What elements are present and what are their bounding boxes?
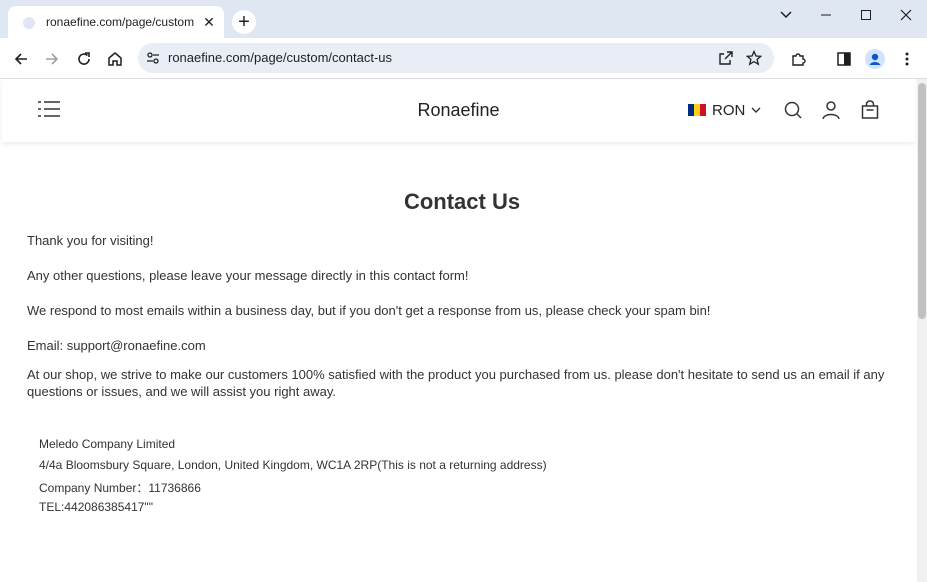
paragraph-response: We respond to most emails within a busin…	[27, 303, 711, 318]
currency-selector[interactable]: RON	[688, 100, 761, 120]
back-button[interactable]	[8, 46, 34, 72]
maximize-icon	[861, 10, 871, 20]
company-number: Company Number：11736866	[39, 481, 201, 495]
forward-icon	[46, 53, 59, 65]
star-icon[interactable]	[746, 50, 762, 66]
paragraph-email: Email: support@ronaefine.com	[27, 338, 206, 353]
page-content: Contact Us Thank you for visiting! Any o…	[27, 142, 897, 525]
new-tab-button[interactable]: +	[232, 10, 256, 34]
close-icon[interactable]: ✕	[200, 13, 218, 31]
paragraph-thanks: Thank you for visiting!	[27, 233, 154, 248]
paragraph-satisfaction: At our shop, we strive to make our custo…	[27, 367, 885, 399]
flag-stripe-red	[700, 104, 706, 116]
currency-label: RON	[712, 101, 746, 119]
browser-menu-button[interactable]	[894, 46, 920, 72]
site-header: Ronaefine RON	[2, 79, 915, 142]
extensions-button[interactable]	[785, 46, 811, 72]
back-icon	[14, 53, 27, 65]
window-close-button[interactable]	[886, 0, 926, 30]
page-title: Contact Us	[403, 189, 521, 214]
page-scrollbar[interactable]	[917, 79, 927, 582]
company-name: Meledo Company Limited	[39, 437, 176, 451]
maximize-button[interactable]	[846, 0, 886, 30]
reload-icon	[78, 52, 90, 65]
chevron-down-icon	[780, 11, 792, 19]
reload-button[interactable]	[71, 46, 97, 72]
page-viewport: Ronaefine RON Contact Us Thank you for v…	[0, 79, 917, 582]
profile-icon	[865, 49, 885, 69]
menu-icon	[905, 52, 909, 66]
site-info-icon[interactable]	[146, 51, 160, 65]
tab-search-button[interactable]	[766, 0, 806, 30]
cart-icon[interactable]	[859, 99, 881, 121]
home-button[interactable]	[102, 46, 128, 72]
forward-button[interactable]	[39, 46, 65, 72]
browser-tab-bar: ronaefine.com/page/custom/co ✕ +	[0, 0, 927, 38]
site-logo[interactable]: Ronaefine	[2, 100, 915, 121]
account-icon[interactable]	[820, 99, 842, 121]
favicon-icon	[23, 17, 35, 29]
address-bar[interactable]: ronaefine.com/page/custom/contact-us	[138, 43, 774, 73]
tab-title: ronaefine.com/page/custom/co	[46, 15, 194, 29]
window-close-icon	[900, 9, 912, 21]
search-icon[interactable]	[782, 99, 804, 121]
profile-button[interactable]	[862, 46, 888, 72]
url-text[interactable]: ronaefine.com/page/custom/contact-us	[168, 50, 392, 65]
romania-flag-icon	[688, 104, 706, 116]
company-address-image: Meledo Company Limited 4/4a Bloomsbury S…	[27, 430, 577, 525]
minimize-icon	[821, 14, 831, 16]
paragraph-questions: Any other questions, please leave your m…	[27, 268, 469, 283]
home-icon	[108, 52, 122, 66]
share-icon[interactable]	[718, 50, 734, 66]
plus-icon: +	[238, 11, 250, 33]
company-street: 4/4a Bloomsbury Square, London, United K…	[39, 458, 547, 472]
minimize-button[interactable]	[806, 0, 846, 30]
side-panel-icon	[837, 52, 851, 66]
scrollbar-thumb[interactable]	[918, 83, 926, 319]
browser-tab[interactable]: ronaefine.com/page/custom/co ✕	[8, 6, 224, 38]
side-panel-button[interactable]	[831, 46, 857, 72]
chevron-down-icon	[751, 107, 761, 113]
company-tel: TEL:442086385417""	[39, 500, 153, 514]
extensions-icon	[792, 53, 806, 66]
browser-toolbar: ronaefine.com/page/custom/contact-us	[0, 38, 927, 79]
